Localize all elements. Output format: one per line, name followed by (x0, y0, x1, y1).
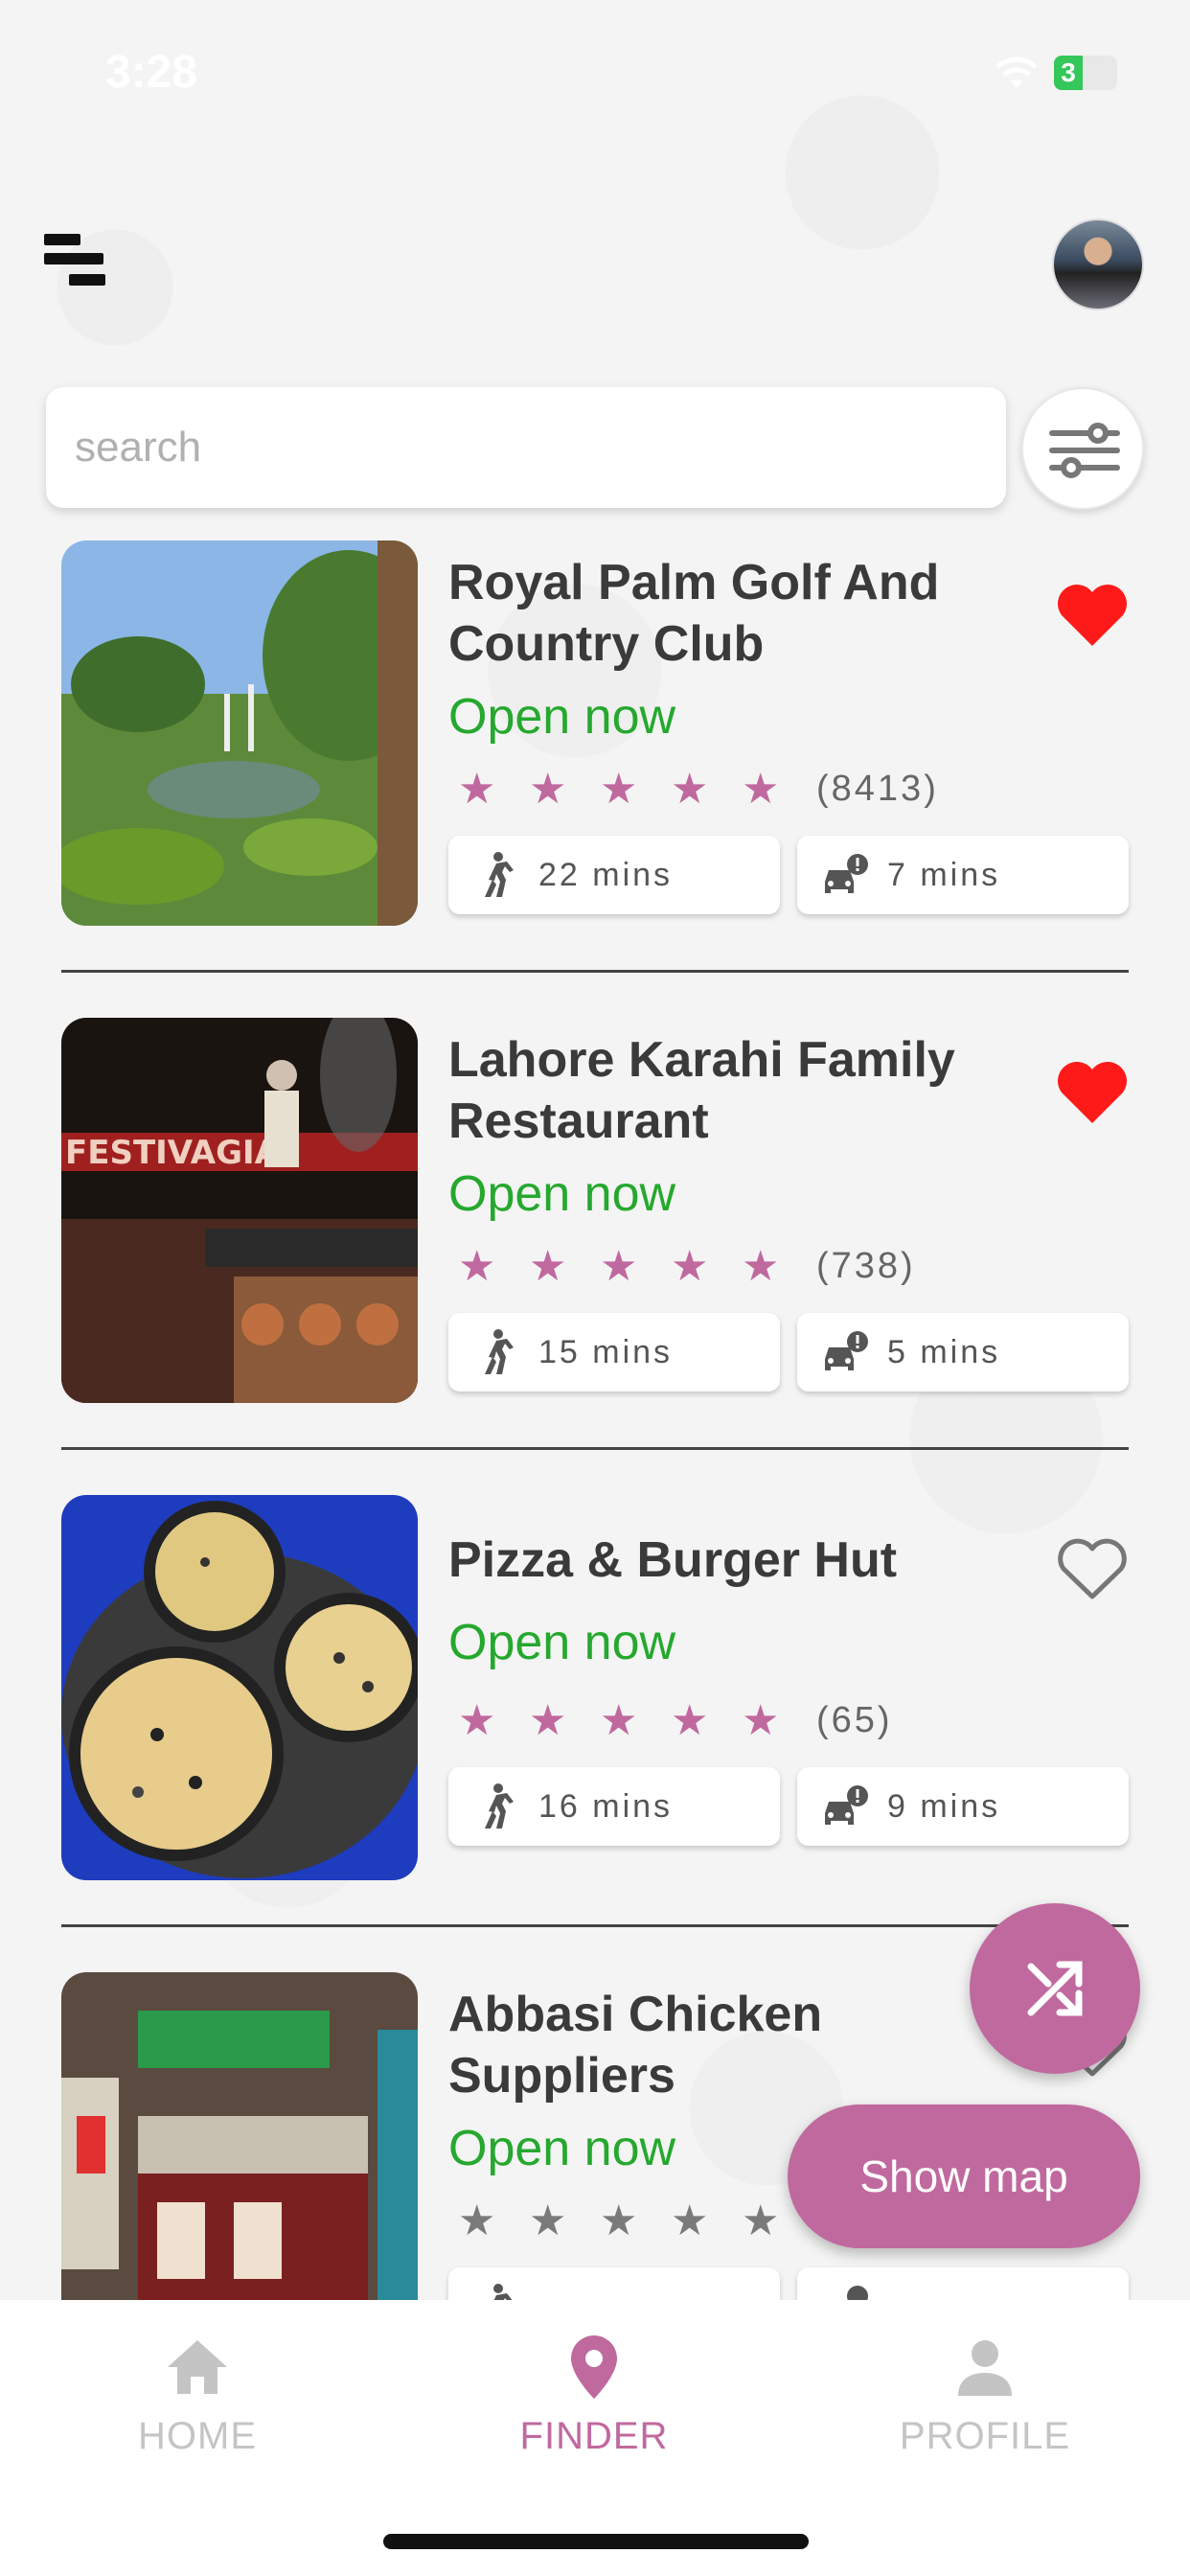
star-icon: ★ (458, 1696, 496, 1744)
star-icon: ★ (529, 1242, 567, 1290)
rating-stars: ★ ★ ★ ★ ★ (738) (458, 1242, 916, 1290)
walking-icon (468, 2278, 525, 2300)
place-name[interactable]: Lahore Karahi Family Restaurant (448, 1029, 1023, 1152)
place-photo: FESTIVAGIA (61, 1018, 418, 1403)
svg-text:FESTIVAGIA: FESTIVAGIA (65, 1134, 281, 1172)
nav-profile[interactable]: PROFILE (841, 2329, 1129, 2458)
drive-time: 9 mins (887, 1787, 1001, 1825)
car-time-icon (816, 1778, 874, 1835)
walking-icon (468, 1778, 525, 1835)
favorite-heart-icon[interactable] (1054, 581, 1131, 650)
car-time-icon (816, 1323, 874, 1381)
place-open-status: Open now (448, 1166, 676, 1222)
star-icon: ★ (529, 1696, 567, 1744)
star-icon: ★ (671, 1242, 709, 1290)
walk-time: 16 mins (538, 1787, 674, 1825)
place-photo (61, 540, 418, 926)
nav-home-label: HOME (138, 2415, 257, 2457)
star-icon: ★ (529, 765, 567, 813)
drive-time-chip: 5 mins (797, 1313, 1129, 1392)
place-card[interactable]: FESTIVAGIA Lahore Karahi Family Restaura… (0, 1014, 1190, 1491)
search-input[interactable] (75, 387, 975, 508)
drive-time-chip (797, 2267, 1129, 2300)
shuffle-icon (1027, 1961, 1083, 2016)
search-box[interactable] (46, 387, 1006, 508)
star-icon: ★ (458, 2196, 496, 2244)
walk-time: 15 mins (538, 1333, 674, 1370)
place-name[interactable]: Pizza & Burger Hut (448, 1530, 1023, 1591)
shuffle-button[interactable] (970, 1903, 1140, 2074)
status-bar: 3:28 3 (0, 0, 1190, 144)
nav-home[interactable]: HOME (54, 2329, 341, 2458)
walk-time-chip (448, 2267, 780, 2300)
location-pin-icon (556, 2329, 632, 2405)
place-open-status: Open now (448, 2121, 676, 2176)
rating-stars: ★ ★ ★ ★ ★ (65) (458, 1696, 893, 1744)
filter-button[interactable] (1021, 387, 1144, 510)
favorite-heart-icon[interactable] (1054, 1058, 1131, 1127)
walking-icon (468, 1323, 525, 1381)
person-icon (947, 2329, 1023, 2405)
home-icon (159, 2329, 236, 2405)
half-star-icon: ★ (742, 1696, 812, 1745)
drive-time: 5 mins (887, 1333, 1001, 1370)
wifi-icon (995, 57, 1038, 88)
star-icon: ★ (671, 1696, 709, 1744)
nav-finder[interactable]: FINDER (450, 2329, 738, 2458)
star-icon: ★ (600, 1696, 638, 1744)
walk-time-chip: 16 mins (448, 1767, 780, 1846)
show-map-button[interactable]: Show map (788, 2104, 1140, 2248)
half-star-icon: ★ (742, 765, 812, 814)
favorite-heart-outline-icon[interactable] (1054, 1535, 1131, 1604)
place-open-status: Open now (448, 689, 676, 745)
star-icon: ★ (600, 1242, 638, 1290)
avatar[interactable] (1052, 218, 1144, 310)
drive-time: 7 mins (887, 856, 1001, 893)
filter-sliders-icon (1049, 423, 1120, 478)
status-time: 3:28 (105, 47, 198, 98)
home-indicator (383, 2534, 809, 2549)
place-open-status: Open now (448, 1615, 676, 1670)
star-icon: ★ (671, 765, 709, 813)
car-time-icon (816, 2278, 874, 2300)
divider (61, 1447, 1129, 1450)
rating-stars: ★ ★ ★ ★ ★ (8413) (458, 765, 939, 813)
walk-time-chip: 22 mins (448, 836, 780, 914)
rating-stars: ★ ★ ★ ★ ★ (458, 2196, 812, 2244)
drive-time-chip: 9 mins (797, 1767, 1129, 1846)
place-card[interactable]: Royal Palm Golf And Country Club Open no… (0, 537, 1190, 1014)
divider (61, 1924, 1129, 1927)
half-star-icon: ★ (742, 1242, 812, 1291)
star-icon: ★ (600, 2196, 638, 2244)
star-icon: ★ (600, 765, 638, 813)
car-time-icon (816, 846, 874, 904)
drive-time-chip: 7 mins (797, 836, 1129, 914)
star-icon: ★ (671, 2196, 709, 2244)
star-icon: ★ (458, 1242, 496, 1290)
menu-button[interactable] (44, 232, 111, 299)
review-count: (8413) (816, 768, 939, 809)
battery-level: 3 (1054, 56, 1083, 90)
review-count: (65) (816, 1699, 893, 1740)
nav-finder-label: FINDER (519, 2415, 669, 2457)
nav-profile-label: PROFILE (899, 2415, 1071, 2457)
walk-time-chip: 15 mins (448, 1313, 780, 1392)
place-card[interactable]: Pizza & Burger Hut Open now ★ ★ ★ ★ ★ (6… (0, 1491, 1190, 1968)
place-name[interactable]: Abbasi Chicken Suppliers (448, 1984, 1023, 2106)
star-icon: ★ (529, 2196, 567, 2244)
place-photo (61, 1495, 418, 1880)
place-photo (61, 1972, 418, 2300)
walk-time: 22 mins (538, 856, 674, 893)
divider (61, 970, 1129, 973)
review-count: (738) (816, 1245, 916, 1286)
place-name[interactable]: Royal Palm Golf And Country Club (448, 552, 1023, 675)
star-icon: ★ (458, 765, 496, 813)
walking-icon (468, 846, 525, 904)
battery-icon: 3 (1054, 56, 1117, 90)
